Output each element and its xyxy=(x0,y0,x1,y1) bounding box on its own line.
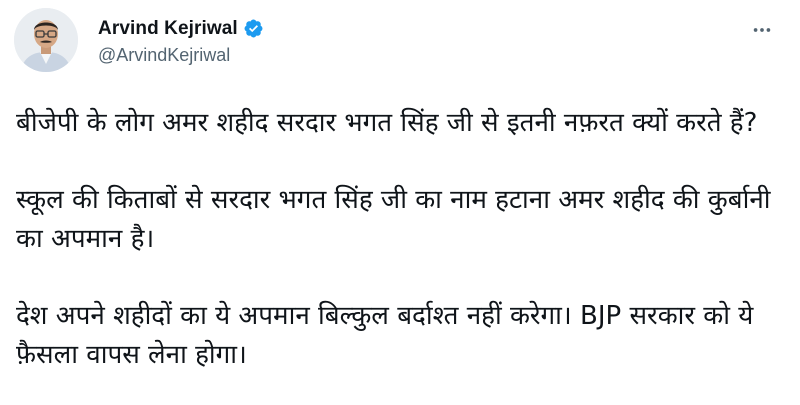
tweet-paragraph-3: देश अपने शहीदों का ये अपमान बिल्कुल बर्द… xyxy=(16,301,754,370)
tweet-text: बीजेपी के लोग अमर शहीद सरदार भगत सिंह जी… xyxy=(16,104,786,375)
tweet-header: Arvind Kejriwal @ArvindKejriwal xyxy=(14,8,264,72)
tweet-paragraph-2: स्कूल की किताबों से सरदार भगत सिंह जी का… xyxy=(16,185,771,254)
verified-badge-icon xyxy=(243,18,264,39)
tweet-paragraph-1: बीजेपी के लोग अमर शहीद सरदार भगत सिंह जी… xyxy=(16,108,758,138)
tweet-card: Arvind Kejriwal @ArvindKejriwal बीजेपी क… xyxy=(0,0,800,405)
author-names: Arvind Kejriwal @ArvindKejriwal xyxy=(98,15,264,66)
avatar-portrait-icon xyxy=(14,8,78,72)
author-display-name[interactable]: Arvind Kejriwal xyxy=(98,18,238,40)
avatar[interactable] xyxy=(14,8,78,72)
name-row: Arvind Kejriwal xyxy=(98,15,264,43)
author-handle[interactable]: @ArvindKejriwal xyxy=(98,45,264,66)
more-options-button[interactable] xyxy=(746,14,778,46)
more-options-icon xyxy=(753,28,771,32)
